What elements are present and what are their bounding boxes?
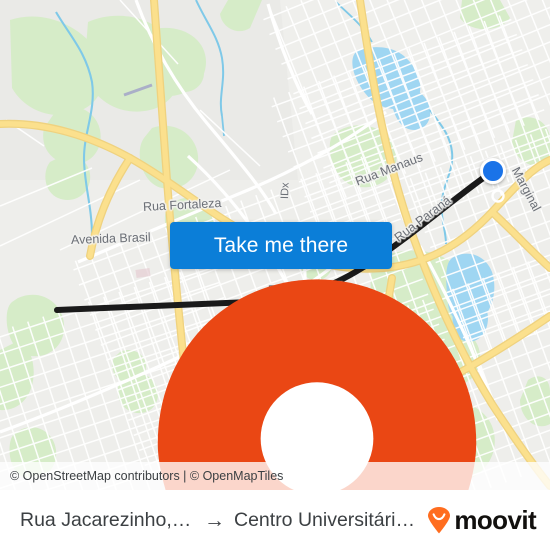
destination-marker-dot[interactable] — [480, 158, 506, 184]
route-endpoints: Rua Jacarezinho, 1... → Centro Universit… — [20, 509, 419, 532]
origin-marker-pin[interactable] — [42, 272, 477, 490]
moovit-map-widget: Rua Fortaleza Avenida Brasil Rua Manaus … — [0, 0, 550, 550]
destination-label: Centro Universitário De Casc... — [234, 508, 419, 531]
take-me-there-button[interactable]: Take me there — [170, 222, 392, 269]
map-canvas[interactable]: Rua Fortaleza Avenida Brasil Rua Manaus … — [0, 0, 550, 490]
moovit-wordmark: moovit — [454, 504, 536, 535]
map-attribution-bar: © OpenStreetMap contributors | © OpenMap… — [0, 462, 550, 490]
arrow-right-icon: → — [204, 508, 225, 532]
footer-bar: Rua Jacarezinho, 1... → Centro Universit… — [0, 490, 550, 550]
moovit-pin-icon — [428, 506, 451, 533]
pin-icon — [157, 279, 477, 490]
attribution-text: © OpenStreetMap contributors | © OpenMap… — [10, 469, 284, 483]
origin-label: Rua Jacarezinho, 1... — [20, 508, 195, 531]
moovit-logo[interactable]: moovit — [427, 504, 537, 536]
